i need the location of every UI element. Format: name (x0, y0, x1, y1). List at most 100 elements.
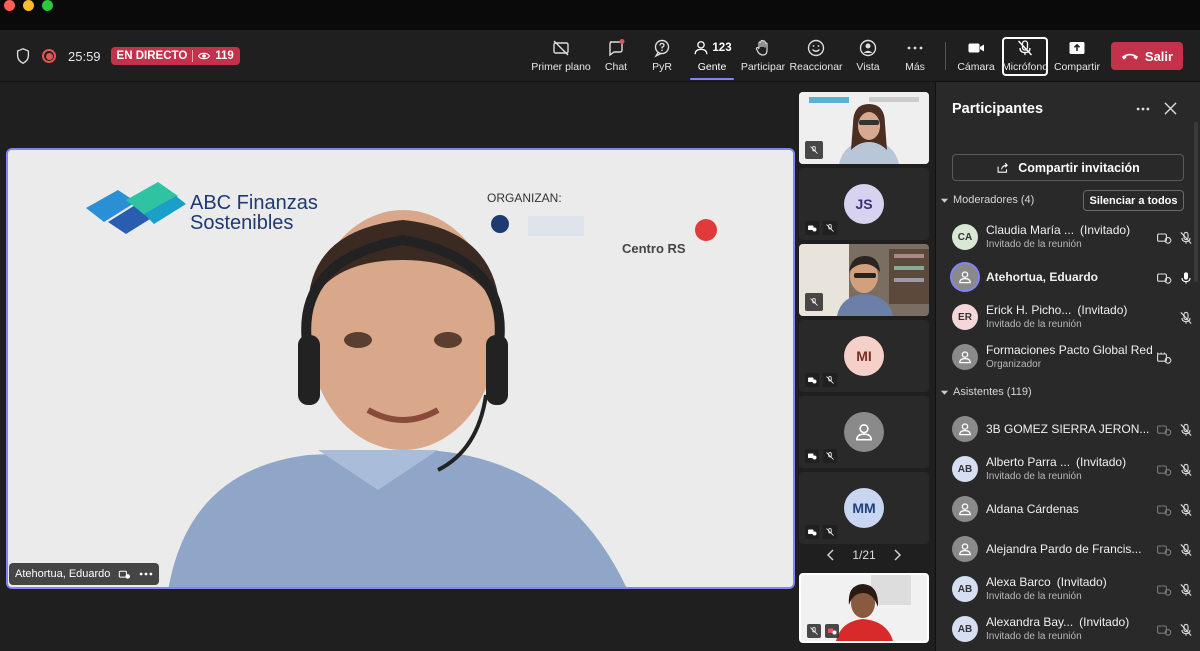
more-options-icon[interactable] (139, 571, 153, 577)
participant-name: Formaciones Pacto Global Red ... (986, 343, 1166, 357)
participant-row[interactable]: AB Alberto Parra ... (Invitado) Invitado de… (936, 450, 1200, 490)
avatar: MI (844, 336, 884, 376)
live-badge[interactable]: EN DIRECTO 119 (110, 47, 240, 65)
main-video-feed[interactable]: ABC Finanzas Sostenibles ORGANIZAN: Cent… (6, 148, 795, 589)
participant-row[interactable]: Atehortua, Eduardo (936, 258, 1200, 298)
mute-all-button[interactable]: Silenciar a todos (1083, 190, 1184, 211)
thumbnail-status-icons (805, 449, 837, 463)
mic-off-icon (807, 624, 821, 638)
mic-off-icon[interactable] (1178, 582, 1194, 598)
mic-off-icon[interactable] (1178, 462, 1194, 478)
self-view-tile[interactable] (799, 573, 929, 643)
mic-off-icon[interactable] (1178, 310, 1194, 326)
person-icon (959, 543, 971, 556)
page-indicator: 1/21 (852, 548, 876, 562)
thumbnail-tile-5[interactable] (799, 396, 929, 468)
camera-off-icon[interactable] (1156, 270, 1172, 286)
microphone-off-icon (1017, 40, 1033, 56)
pin-icon[interactable] (118, 569, 131, 580)
thumbnail-status-icons (805, 141, 823, 159)
react-button[interactable]: Reaccionar (786, 38, 846, 73)
close-icon[interactable] (1164, 102, 1177, 115)
mic-off-icon (823, 221, 837, 235)
camera-off-icon[interactable] (1156, 622, 1172, 638)
participant-row[interactable]: CA Claudia María ... (Invitado) Invitado de… (936, 218, 1200, 258)
minimize-window-icon[interactable] (23, 0, 34, 11)
avatar: AB (952, 616, 978, 642)
camera-off-icon[interactable] (1156, 462, 1172, 478)
mic-off-icon[interactable] (1178, 502, 1194, 518)
participant-role: Organizador (986, 359, 1042, 370)
participant-row[interactable]: AB Alexa Barco (Invitado) Invitado de la re… (936, 570, 1200, 610)
camera-icon (968, 43, 984, 53)
participant-row[interactable]: Aldana Cárdenas (936, 490, 1200, 530)
mic-off-icon[interactable] (1178, 542, 1194, 558)
question-icon (654, 39, 670, 58)
camera-off-icon[interactable] (1156, 582, 1172, 598)
spotlight-button[interactable]: Primer plano (531, 38, 591, 73)
people-icon (694, 41, 708, 55)
participant-row[interactable]: AB Alexandra Bay... (Invitado) Invitado de … (936, 610, 1200, 650)
camera-off-icon[interactable] (1156, 350, 1172, 366)
chevron-right-icon[interactable] (892, 549, 902, 561)
avatar: AB (952, 576, 978, 602)
maximize-window-icon[interactable] (42, 0, 53, 11)
thumbnail-tile-1[interactable] (799, 92, 929, 164)
camera-off-icon[interactable] (1156, 542, 1172, 558)
avatar-initials: CA (957, 231, 973, 243)
participant-name-text: Alexandra Bay... (986, 615, 1074, 629)
share-button[interactable]: Compartir (1047, 38, 1107, 73)
avatar (952, 264, 978, 290)
participant-row[interactable]: 3B GOMEZ SIERRA JERON... (936, 410, 1200, 450)
mic-off-icon[interactable] (1178, 230, 1194, 246)
participant-row[interactable]: Alejandra Pardo de Francis... (936, 530, 1200, 570)
mic-off-icon[interactable] (1178, 422, 1194, 438)
participant-name: Atehortua, Eduardo (986, 270, 1098, 284)
participant-role: Invitado de la reunión (986, 239, 1082, 250)
thumbnail-tile-4[interactable]: MI (799, 320, 929, 392)
speaker-video: ABC Finanzas Sostenibles ORGANIZAN: Cent… (8, 150, 793, 587)
camera-off-icon (805, 525, 819, 539)
participant-name: Claudia María ... (Invitado) (986, 223, 1130, 237)
share-invitation-button[interactable]: Compartir invitación (952, 154, 1184, 181)
close-window-icon[interactable] (4, 0, 15, 11)
attendees-section-header[interactable]: Asistentes (119) (940, 386, 1032, 398)
leave-button[interactable]: Salir (1111, 42, 1183, 70)
main-speaker-name: Atehortua, Eduardo (15, 568, 111, 580)
camera-off-icon[interactable] (1156, 502, 1172, 518)
mic-off-icon (805, 141, 823, 159)
panel-more-icon[interactable] (1136, 106, 1150, 112)
more-icon (907, 46, 923, 50)
people-label: Gente (697, 61, 727, 73)
participant-row[interactable]: ER Erick H. Picho... (Invitado) Invitado de… (936, 298, 1200, 338)
chevron-down-icon (940, 198, 949, 203)
avatar: AB (952, 456, 978, 482)
avatar (952, 496, 978, 522)
participant-role: Invitado de la reunión (986, 591, 1082, 602)
participant-row[interactable]: Formaciones Pacto Global Red ... Organiza… (936, 338, 1200, 378)
thumbnail-tile-3[interactable] (799, 244, 929, 316)
raise-hand-button[interactable]: Participar (733, 38, 793, 73)
more-button[interactable]: Más (885, 38, 945, 73)
chevron-left-icon[interactable] (826, 549, 836, 561)
live-label: EN DIRECTO (116, 50, 188, 62)
share-label: Compartir (1053, 61, 1101, 73)
mic-off-icon (823, 525, 837, 539)
microphone-label: Micrófono (1001, 61, 1049, 73)
thumbnail-tile-6[interactable]: MM (799, 472, 929, 544)
smiley-icon (807, 39, 825, 57)
thumbnail-status-icons (805, 293, 823, 311)
mic-off-icon[interactable] (1178, 622, 1194, 638)
camera-off-icon[interactable] (1156, 422, 1172, 438)
view-label: Vista (856, 61, 880, 73)
shield-icon[interactable] (14, 47, 32, 65)
participant-role: Invitado de la reunión (986, 631, 1082, 642)
moderators-section-header[interactable]: Moderadores (4) (940, 194, 1034, 206)
guest-tag: (Invitado) (1079, 615, 1130, 629)
participant-name-text: Claudia María ... (986, 223, 1075, 237)
camera-off-icon[interactable] (1156, 230, 1172, 246)
panel-scrollbar[interactable] (1194, 122, 1198, 282)
mic-on-icon[interactable] (1178, 270, 1194, 286)
thumbnail-tile-2[interactable]: JS (799, 168, 929, 240)
microphone-button[interactable]: Micrófono (995, 38, 1055, 73)
